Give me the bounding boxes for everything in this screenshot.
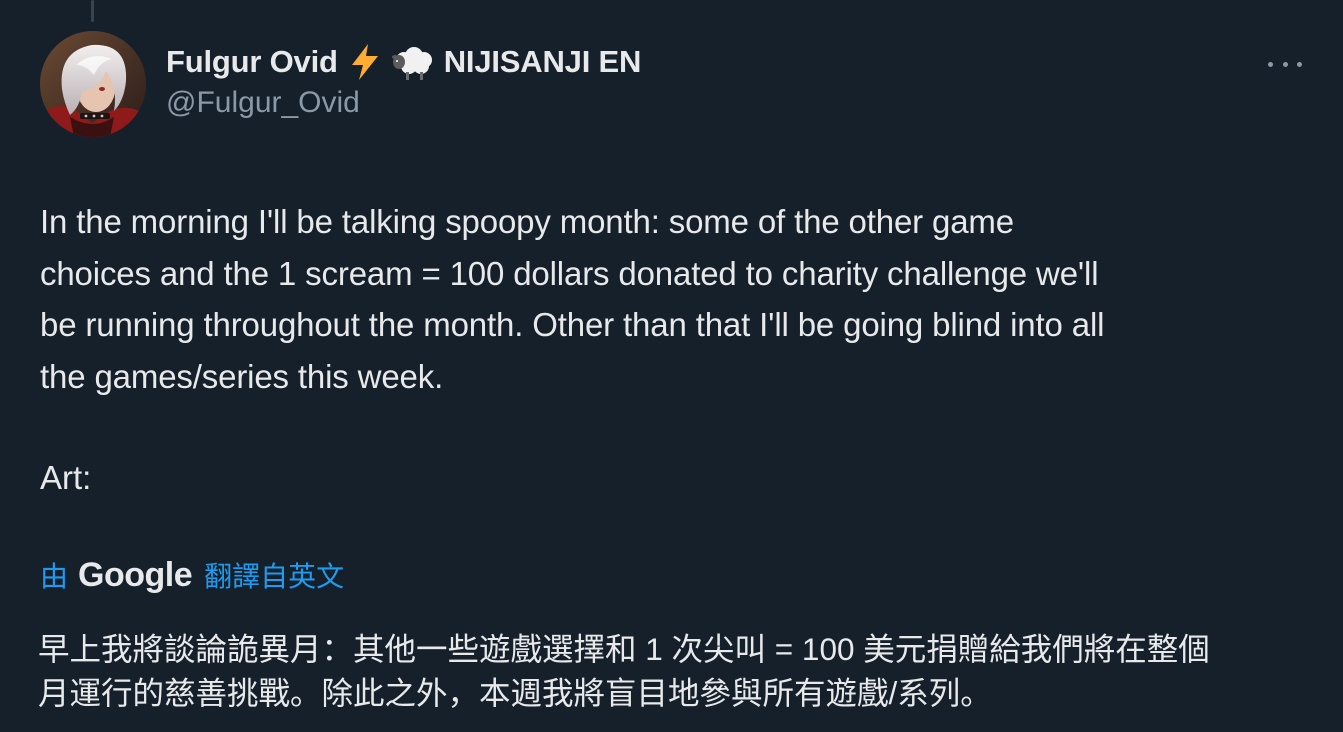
- more-horizontal-icon-dot: [1282, 61, 1288, 67]
- tweet-view: Fulgur Ovid NIJISANJI EN @Fulgur_Ovid In…: [0, 0, 1343, 732]
- avatar-image: [40, 31, 146, 137]
- more-options-button[interactable]: [1268, 54, 1302, 74]
- translated-text-line: 早上我將談論詭異月：其他一些遊戲選擇和 1 次尖叫 = 100 美元捐贈給我們將…: [38, 631, 1210, 667]
- tweet-text-line: In the morning I'll be talking spoopy mo…: [40, 203, 1014, 240]
- tweet-text: In the morning I'll be talking spoopy mo…: [40, 196, 1310, 402]
- tweet-text-line: be running throughout the month. Other t…: [40, 306, 1105, 343]
- art-label: Art:: [40, 459, 92, 496]
- lightning-icon: [351, 44, 378, 80]
- author-org-name[interactable]: NIJISANJI EN: [444, 44, 642, 80]
- sheep-icon: [391, 47, 432, 80]
- thread-connector-line: [91, 0, 94, 22]
- author-display-name[interactable]: Fulgur Ovid: [166, 44, 338, 80]
- tweet-text-line: the games/series this week.: [40, 357, 444, 395]
- lightning-sheep-emoji: [348, 42, 436, 82]
- more-horizontal-icon-dot: [1297, 61, 1302, 67]
- author-name-row[interactable]: Fulgur Ovid NIJISANJI EN: [166, 42, 641, 82]
- author-handle[interactable]: @Fulgur_Ovid: [166, 86, 360, 120]
- translated-text-line: 月運行的慈善挑戰。除此之外，本週我將盲目地參與所有遊戲/系列。: [38, 675, 992, 711]
- translated-text: 早上我將談論詭異月：其他一些遊戲選擇和 1 次尖叫 = 100 美元捐贈給我們將…: [38, 627, 1318, 715]
- google-logo: Google: [78, 555, 193, 594]
- avatar[interactable]: [40, 31, 146, 137]
- translated-by-label: 由: [40, 561, 69, 592]
- translated-from-label[interactable]: 翻譯自英文: [204, 555, 344, 595]
- tweet-text-line: choices and the 1 scream = 100 dollars d…: [40, 254, 1099, 292]
- translation-attribution-link[interactable]: 由 Google 翻譯自英文: [40, 552, 344, 598]
- more-horizontal-icon: [1268, 61, 1273, 67]
